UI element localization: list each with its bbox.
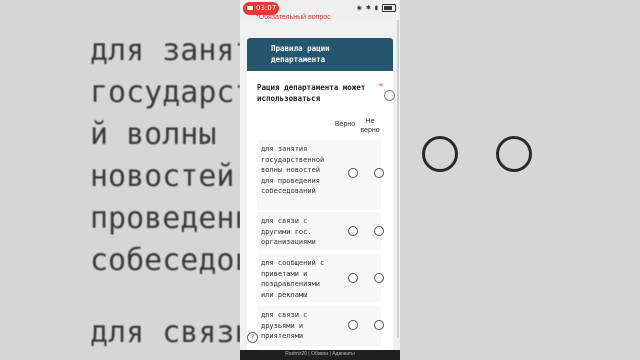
required-star: * xyxy=(379,82,383,91)
background-right xyxy=(400,0,640,360)
column-header-true: Верно xyxy=(334,121,356,128)
battery-icon xyxy=(382,4,396,12)
status-icons: ◉ ✱ ▮ xyxy=(357,4,396,12)
status-time: 03:07 xyxy=(256,4,277,12)
eye-icon: ◉ xyxy=(356,4,363,12)
phone-screen: 03:07 ◉ ✱ ▮ *Обязательный вопрос Правила… xyxy=(240,0,400,360)
help-icon[interactable]: ? xyxy=(247,332,258,343)
row-label: для занятия государственной волны новост… xyxy=(261,145,325,195)
radio-true[interactable] xyxy=(348,226,358,236)
background-line: для связи xyxy=(90,315,240,350)
camera-icon xyxy=(247,6,253,10)
video-caption: Radmir20 | Обзвон | Адвокаты xyxy=(285,351,355,357)
radio-false[interactable] xyxy=(374,320,384,330)
background-line: й волны xyxy=(90,117,217,152)
radio-true[interactable] xyxy=(348,320,358,330)
signal-icon: ▮ xyxy=(374,4,380,12)
row-label: для связи с другими гос. организациями xyxy=(261,217,316,246)
radio-false[interactable] xyxy=(374,168,384,178)
row-label: для связи с друзьями и приятелями xyxy=(261,311,308,340)
radio-true[interactable] xyxy=(348,273,358,283)
section-title: Правила рации департамента xyxy=(271,44,330,64)
bluetooth-icon: ✱ xyxy=(365,4,372,12)
background-radio-icon xyxy=(496,136,532,172)
question-card: Рация департамента может использоваться … xyxy=(247,71,393,360)
background-line: для занят xyxy=(90,33,240,68)
grid-row: для сообщений с приветами и поздравления… xyxy=(257,254,384,302)
background-line: проведени xyxy=(90,201,240,236)
scrollbar[interactable] xyxy=(397,20,399,338)
question-text: Рация департамента может использоваться xyxy=(257,83,366,103)
background-radio-icon xyxy=(422,136,458,172)
row-label: для сообщений с приветами и поздравления… xyxy=(261,259,325,299)
grid-row: для занятия государственной волны новост… xyxy=(257,140,384,210)
partial-radio-icon[interactable] xyxy=(384,90,395,101)
radio-false[interactable] xyxy=(374,226,384,236)
background-line: собеседов xyxy=(90,243,240,278)
section-header: Правила рации департамента xyxy=(247,38,393,71)
background-text-left: для занят государст й волны новостей про… xyxy=(80,0,240,360)
required-note: *Обязательный вопрос xyxy=(256,14,331,21)
grid-row: для связи с другими гос. организациями xyxy=(257,212,384,250)
radio-false[interactable] xyxy=(374,273,384,283)
grid-row: для связи с друзьями и приятелями xyxy=(257,306,384,346)
radio-true[interactable] xyxy=(348,168,358,178)
background-line: новостей xyxy=(90,159,235,194)
background-line: государст xyxy=(90,75,240,110)
column-header-false: Не верно xyxy=(360,118,380,134)
